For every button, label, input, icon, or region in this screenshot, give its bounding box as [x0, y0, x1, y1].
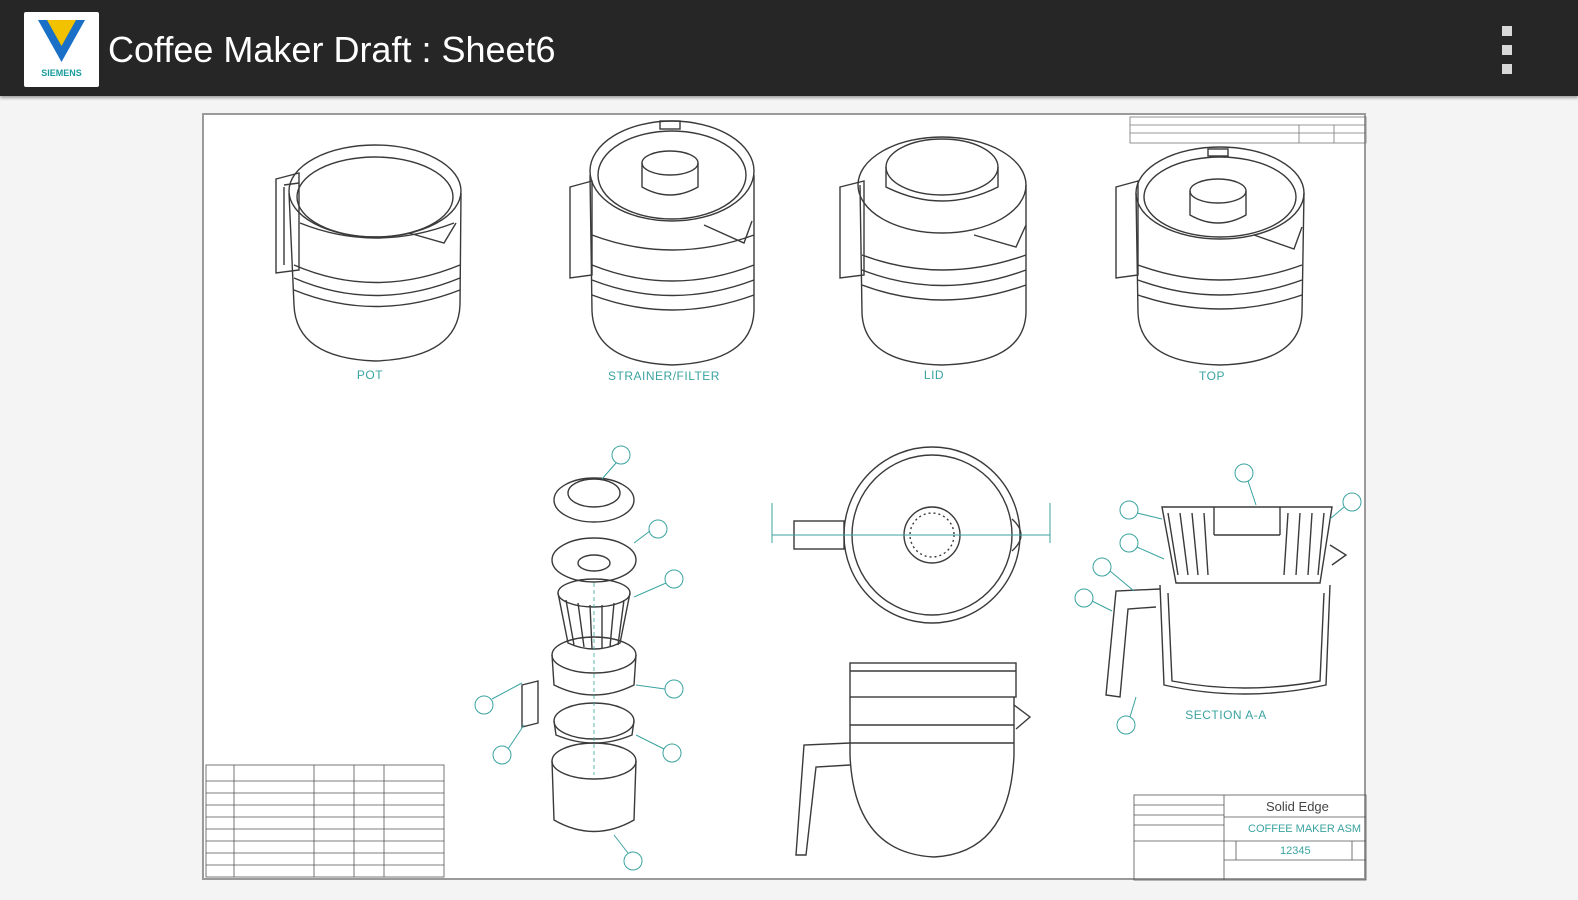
drawing-canvas: [205, 116, 1367, 881]
title-block-drawing-number: 12345: [1280, 845, 1311, 857]
lid-view: [839, 136, 1027, 366]
overflow-menu-icon[interactable]: [1490, 22, 1524, 78]
strainer-filter-view: [569, 120, 755, 366]
pot-label: POT: [356, 368, 384, 382]
revision-table: [1129, 116, 1367, 144]
strainer-filter-label: STRAINER/FILTER: [608, 369, 720, 383]
exploded-view: [521, 477, 637, 833]
title-block-company: Solid Edge: [1266, 799, 1329, 814]
title-block-frame: [1133, 794, 1367, 881]
top-label: TOP: [1199, 369, 1225, 383]
exploded-balloons: [474, 445, 684, 871]
logo-text: SIEMENS: [41, 68, 82, 78]
section-view: [1105, 506, 1348, 698]
siemens-logo-icon[interactable]: SIEMENS: [24, 12, 99, 87]
drawing-sheet[interactable]: POT STRAINER/FILTER LID TOP SECTION A-A …: [202, 113, 1367, 881]
action-bar: SIEMENS Coffee Maker Draft : Sheet6: [0, 0, 1578, 96]
side-view: [795, 662, 1032, 858]
lid-label: LID: [923, 368, 945, 382]
section-label: SECTION A-A: [1185, 708, 1267, 722]
pot-view: [275, 144, 462, 362]
plan-view: [771, 446, 1051, 624]
parts-list-table: [205, 764, 445, 878]
page-title: Coffee Maker Draft : Sheet6: [108, 29, 556, 70]
title-block-drawing-title: COFFEE MAKER ASM: [1248, 823, 1362, 835]
top-view: [1115, 146, 1305, 366]
